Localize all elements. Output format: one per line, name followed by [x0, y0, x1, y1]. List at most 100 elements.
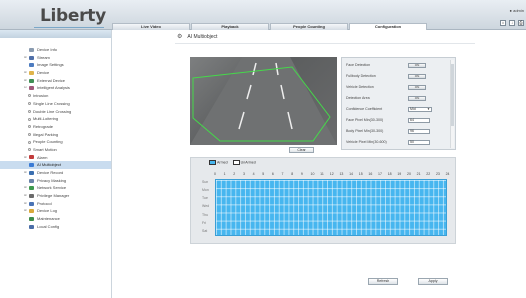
vehicle-detection-label: Vehicle Detection: [346, 85, 374, 89]
sidebar-item-device[interactable]: ⊞ Device: [0, 69, 111, 77]
protocol-icon: [29, 201, 34, 206]
sidebar-item-label: People Counting: [33, 139, 63, 145]
day-label: Sat: [202, 228, 208, 233]
sidebar-item-label: External Device: [37, 77, 66, 83]
body-pixel-row: Body Pixel Min(30-300): [346, 127, 383, 135]
fullbody-detection-row: Fullbody Detection: [346, 72, 376, 80]
hour-label: 13: [339, 172, 344, 176]
sidebar-item-stream[interactable]: ⊞ Stream: [0, 54, 111, 62]
expand-icon[interactable]: ⊞: [24, 54, 28, 62]
refresh-button[interactable]: Refresh: [368, 278, 398, 285]
config-sidebar: Device Info ⊞ Stream Image Settings ⊞ Device ⊞…: [0, 30, 112, 298]
hour-label: 6: [271, 172, 274, 176]
hour-label: 10: [310, 172, 315, 176]
hour-label: 15: [358, 172, 363, 176]
video-preview[interactable]: [190, 57, 337, 145]
home-icon[interactable]: ⌂: [500, 20, 506, 26]
expand-icon[interactable]: ⊞: [24, 77, 28, 85]
title-divider: [175, 43, 475, 44]
leaf-node-icon: [28, 125, 31, 129]
sidebar-item-double-line-crossing[interactable]: Double Line Crossing: [0, 108, 111, 116]
sidebar-item-protocol[interactable]: ⊞ Protocol: [0, 200, 111, 208]
sidebar-item-maintenance[interactable]: Maintenance: [0, 215, 111, 223]
sidebar-item-local-config[interactable]: Local Config: [0, 223, 111, 231]
sidebar-item-ai-multiobject[interactable]: AI Multiobject: [0, 161, 111, 169]
settings-scrollbar[interactable]: [450, 60, 454, 148]
top-header: Liberty Live Video Playback People Count…: [0, 0, 526, 31]
confidence-value: Mid: [410, 107, 416, 111]
expand-icon[interactable]: ⊞: [24, 69, 28, 77]
sidebar-item-intelligent-analysis[interactable]: ⊟ Intelligent Analysis: [0, 84, 111, 92]
hour-label: 7: [281, 172, 284, 176]
fullbody-detection-toggle[interactable]: ON: [408, 74, 426, 79]
sidebar-item-label: Alarm: [37, 154, 48, 160]
hour-label: 4: [252, 172, 255, 176]
collapse-icon[interactable]: ⊟: [24, 84, 28, 92]
scrollbar-thumb[interactable]: [451, 64, 454, 126]
arming-schedule: Armed UnArmed 0 1 2 3 4 5 6 7 8 9 10 11 12 13 14 15 16 17…: [190, 157, 456, 244]
expand-icon[interactable]: ⊞: [24, 200, 28, 208]
body-pixel-label: Body Pixel Min(30-300): [346, 129, 384, 133]
main-tabs: Live Video Playback People Counting Conf…: [112, 23, 428, 31]
body-pixel-input[interactable]: 96: [408, 129, 430, 134]
hour-label: 5: [262, 172, 265, 176]
sidebar-item-privacy-masking[interactable]: Privacy Masking: [0, 177, 111, 185]
expand-icon[interactable]: ⊞: [24, 184, 28, 192]
sidebar-item-retrograde[interactable]: Retrograde: [0, 123, 111, 131]
vehicle-pixel-input[interactable]: 50: [408, 140, 430, 145]
sidebar-item-device-log[interactable]: ⊞ Device Log: [0, 207, 111, 215]
leaf-node-icon: [28, 140, 31, 144]
ai-icon: [29, 163, 34, 168]
sidebar-item-label: Single Line Crossing: [33, 100, 70, 106]
vehicle-detection-toggle[interactable]: ON: [408, 85, 426, 90]
sidebar-item-label: Device Record: [37, 170, 64, 175]
face-detection-toggle[interactable]: ON: [408, 63, 426, 68]
expand-icon[interactable]: ⊞: [24, 207, 28, 215]
sidebar-item-privilege-manager[interactable]: ⊞ Privilege Manager: [0, 192, 111, 200]
download-icon[interactable]: ↓: [509, 20, 515, 26]
sidebar-item-illegal-parking[interactable]: Illegal Parking: [0, 131, 111, 139]
face-pixel-input[interactable]: 64: [408, 118, 430, 123]
schedule-grid[interactable]: [215, 179, 447, 236]
print-icon[interactable]: ⎙: [518, 20, 524, 26]
leaf-node-icon: [28, 109, 31, 113]
sidebar-item-device-info[interactable]: Device Info: [0, 46, 111, 54]
sidebar-item-alarm[interactable]: ⊞ Alarm: [0, 154, 111, 162]
sidebar-item-single-line-crossing[interactable]: Single Line Crossing: [0, 100, 111, 108]
day-label: Fri: [202, 220, 207, 225]
user-label[interactable]: ● admin: [510, 8, 524, 13]
sidebar-item-smart-motion[interactable]: Smart Motion: [0, 146, 111, 154]
tab-people-counting[interactable]: People Counting: [270, 23, 348, 30]
expand-icon[interactable]: ⊞: [24, 169, 28, 177]
sidebar-item-device-record[interactable]: ⊞ Device Record: [0, 169, 111, 177]
apply-button[interactable]: Apply: [418, 278, 448, 285]
sidebar-item-image-settings[interactable]: Image Settings: [0, 61, 111, 69]
mask-icon: [29, 178, 34, 183]
hour-label: 0: [214, 172, 216, 176]
sidebar-item-multi-loitering[interactable]: Multi-Loitering: [0, 115, 111, 123]
detection-area-toggle[interactable]: ON: [408, 96, 426, 101]
sidebar-item-external-device[interactable]: ⊞ External Device: [0, 77, 111, 85]
legend-unarmed[interactable]: UnArmed: [232, 160, 256, 165]
tab-live-video[interactable]: Live Video: [112, 23, 190, 30]
sidebar-item-network-service[interactable]: ⊞ Network Service: [0, 184, 111, 192]
brain-icon: [29, 86, 34, 91]
hour-label: 22: [426, 172, 431, 176]
image-icon: [29, 63, 34, 68]
face-pixel-label: Face Pixel Min(30-300): [346, 118, 384, 122]
detection-area-row: Detection Area: [346, 94, 370, 102]
clear-button[interactable]: Clear: [289, 147, 314, 153]
hour-label: 20: [407, 172, 411, 176]
sidebar-item-people-counting[interactable]: People Counting: [0, 138, 111, 146]
expand-icon[interactable]: ⊞: [24, 154, 28, 162]
tab-playback[interactable]: Playback: [191, 23, 269, 30]
hour-label: 2: [233, 172, 236, 176]
face-detection-label: Face Detection: [346, 63, 371, 67]
sidebar-item-intrusion[interactable]: Intrusion: [0, 92, 111, 100]
legend-armed[interactable]: Armed: [209, 160, 228, 165]
day-label: Tue: [202, 196, 208, 201]
confidence-select[interactable]: Mid ▼: [408, 107, 432, 112]
expand-icon[interactable]: ⊞: [24, 192, 28, 200]
face-pixel-row: Face Pixel Min(30-300): [346, 116, 383, 124]
sidebar-item-label: Device Log: [37, 208, 58, 214]
